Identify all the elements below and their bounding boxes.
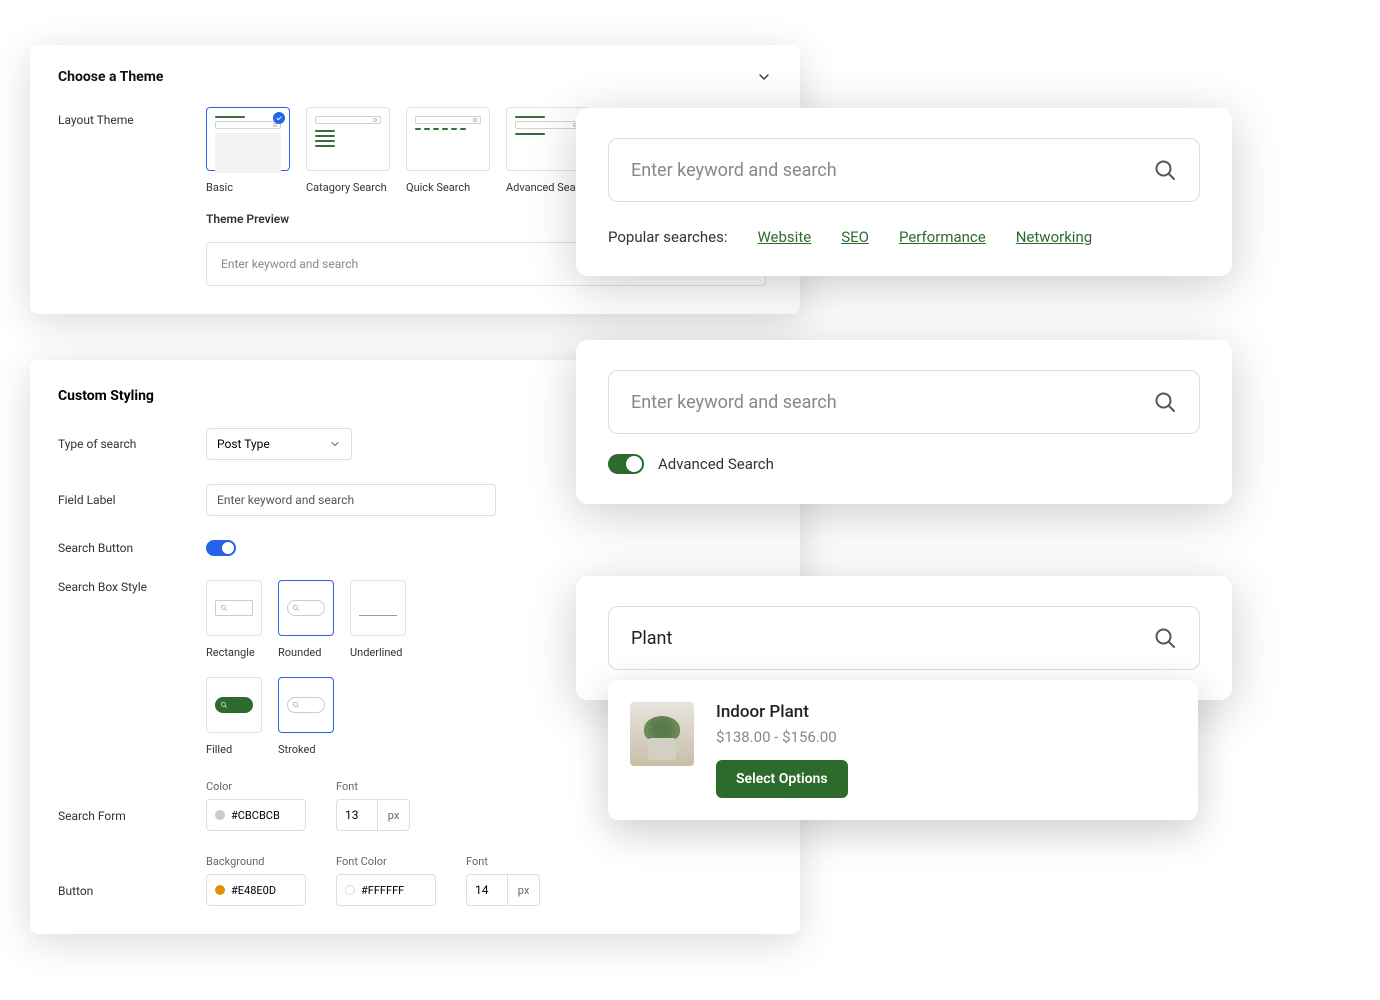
unit-px: px — [378, 799, 410, 831]
popular-link[interactable]: Performance — [899, 228, 986, 246]
font-label: Font — [466, 855, 540, 868]
preview-advanced-card: Advanced Search — [576, 340, 1232, 504]
font-label: Font — [336, 780, 410, 793]
btn-font-color-input[interactable]: #FFFFFF — [336, 874, 436, 906]
btn-style-stroked[interactable]: Stroked — [278, 677, 334, 756]
field-label-label: Field Label — [58, 493, 206, 507]
form-font-input[interactable] — [336, 799, 378, 831]
popular-label: Popular searches: — [608, 228, 727, 246]
color-value: #FFFFFF — [361, 884, 404, 897]
font-color-label: Font Color — [336, 855, 436, 868]
btn-style-caption: Stroked — [278, 743, 334, 756]
search-button-label: Search Button — [58, 541, 206, 555]
field-label-input[interactable] — [206, 484, 496, 516]
box-style-caption: Rounded — [278, 646, 334, 659]
bg-label: Background — [206, 855, 306, 868]
select-value: Post Type — [217, 437, 270, 451]
popular-searches: Popular searches: Website SEO Performanc… — [608, 228, 1200, 246]
theme-options: Basic Catagory Search Quick Search — [206, 107, 591, 194]
search-input[interactable] — [631, 160, 1141, 181]
advanced-search-label: Advanced Search — [658, 455, 774, 473]
form-color-input[interactable]: #CBCBCB — [206, 799, 306, 831]
result-thumbnail[interactable] — [630, 702, 694, 766]
chevron-down-icon — [756, 69, 772, 85]
advanced-search-toggle-row: Advanced Search — [608, 454, 1200, 474]
color-label: Color — [206, 780, 306, 793]
box-style-rectangle[interactable]: Rectangle — [206, 580, 262, 659]
color-value: #E48E0D — [231, 884, 276, 897]
btn-style-caption: Filled — [206, 743, 262, 756]
search-button-toggle[interactable] — [206, 540, 236, 556]
theme-caption: Basic — [206, 181, 290, 194]
box-style-underlined[interactable]: Underlined — [350, 580, 406, 659]
layout-theme-label: Layout Theme — [58, 107, 206, 127]
search-form-label: Search Form — [58, 809, 206, 831]
search-box-style-label: Search Box Style — [58, 580, 206, 594]
search-icon[interactable] — [1153, 626, 1177, 650]
select-options-button[interactable]: Select Options — [716, 760, 848, 798]
btn-style-filled[interactable]: Filled — [206, 677, 262, 756]
search-icon[interactable] — [1153, 390, 1177, 414]
result-price: $138.00 - $156.00 — [716, 728, 848, 746]
theme-option-quick[interactable]: Quick Search — [406, 107, 490, 194]
btn-bg-input[interactable]: #E48E0D — [206, 874, 306, 906]
box-style-rounded[interactable]: Rounded — [278, 580, 334, 659]
btn-font-input[interactable] — [466, 874, 508, 906]
button-label: Button — [58, 884, 206, 906]
popular-link[interactable]: SEO — [841, 228, 869, 246]
search-input-container — [608, 370, 1200, 434]
search-input[interactable] — [631, 392, 1141, 413]
type-of-search-select[interactable]: Post Type — [206, 428, 352, 460]
popular-link[interactable]: Networking — [1016, 228, 1092, 246]
search-icon[interactable] — [1153, 158, 1177, 182]
panel-title: Choose a Theme — [58, 69, 163, 85]
box-style-caption: Rectangle — [206, 646, 262, 659]
preview-basic-card: Popular searches: Website SEO Performanc… — [576, 108, 1232, 276]
color-value: #CBCBCB — [231, 809, 280, 822]
unit-px: px — [508, 874, 540, 906]
chevron-down-icon — [329, 438, 341, 450]
result-title[interactable]: Indoor Plant — [716, 702, 848, 722]
theme-option-category[interactable]: Catagory Search — [306, 107, 390, 194]
check-icon — [273, 112, 285, 124]
search-input-container — [608, 138, 1200, 202]
search-input[interactable] — [631, 628, 1141, 649]
popular-link[interactable]: Website — [757, 228, 811, 246]
theme-caption: Quick Search — [406, 181, 490, 194]
panel-header[interactable]: Choose a Theme — [58, 69, 772, 85]
search-input-container — [608, 606, 1200, 670]
type-of-search-label: Type of search — [58, 437, 206, 451]
theme-option-basic[interactable]: Basic — [206, 107, 290, 194]
theme-caption: Catagory Search — [306, 181, 390, 194]
advanced-search-toggle[interactable] — [608, 454, 644, 474]
search-result-popup: Indoor Plant $138.00 - $156.00 Select Op… — [608, 680, 1198, 820]
box-style-caption: Underlined — [350, 646, 406, 659]
